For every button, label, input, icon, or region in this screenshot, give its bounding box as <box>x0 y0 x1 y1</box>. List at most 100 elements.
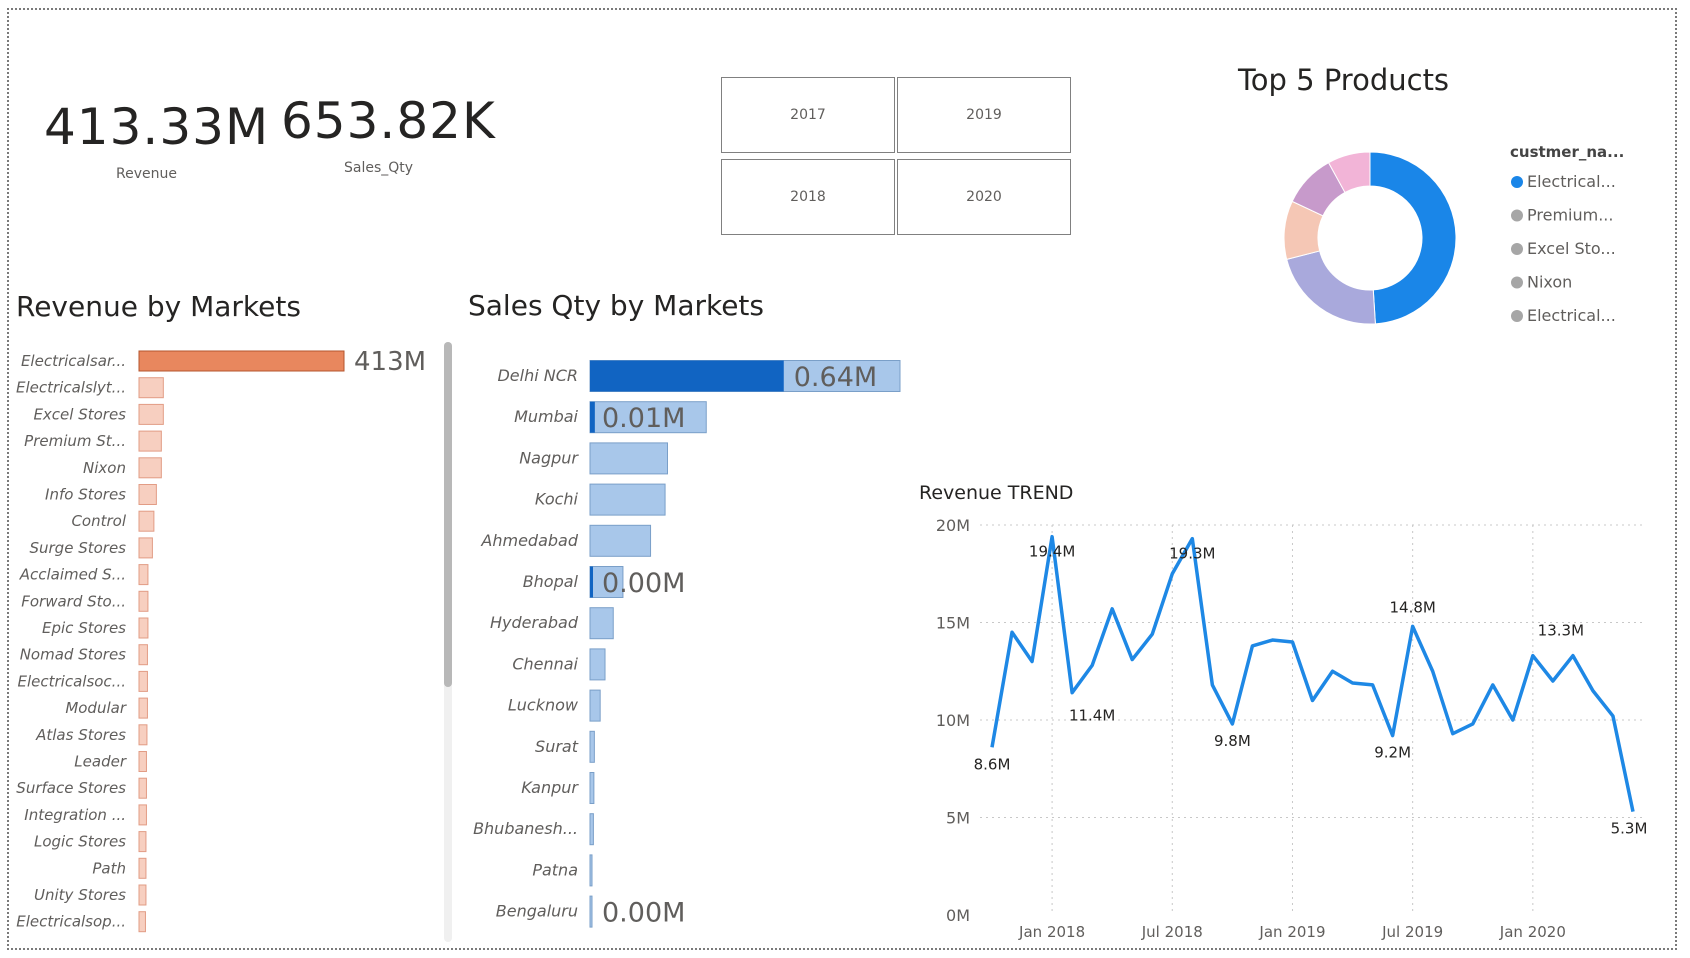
sales-market-label: Chennai <box>512 654 578 673</box>
revenue-bar <box>138 430 162 452</box>
revenue-market-label: Electricalsoc... <box>18 672 127 690</box>
revenue-bar <box>138 644 148 666</box>
top-5-products-title: Top 5 Products <box>1238 63 1450 97</box>
sales-market-label: Ahmedabad <box>480 531 578 550</box>
revenue-bar <box>138 350 345 372</box>
sales-data-label: 0.01M <box>602 403 685 434</box>
year-slicer-option[interactable]: 2018 <box>721 159 895 235</box>
legend-marker <box>1511 209 1523 222</box>
y-tick-label: 5M <box>946 809 970 828</box>
legend-marker <box>1511 276 1523 289</box>
revenue-by-markets-chart: Electricalsar... Electricalslyt... Excel S… <box>16 347 426 933</box>
revenue-bar <box>138 777 147 799</box>
revenue-data-label: 413M <box>354 347 426 377</box>
trend-point-label: 19.3M <box>1169 545 1215 563</box>
sales-market-label: Nagpur <box>519 448 579 467</box>
revenue-bar <box>138 537 153 559</box>
trend-point-label: 14.8M <box>1389 598 1435 616</box>
sales-bar-highlight <box>590 360 784 392</box>
revenue-bar <box>138 911 146 933</box>
sales-market-label: Delhi NCR <box>497 366 578 385</box>
revenue-bar <box>138 377 164 399</box>
revenue-market-label: Surge Stores <box>29 539 126 557</box>
revenue-bar <box>138 724 148 746</box>
sales-bar <box>589 772 595 804</box>
y-tick-label: 0M <box>946 906 970 925</box>
revenue-bar <box>138 564 149 586</box>
x-tick-label: Jan 2020 <box>1499 923 1566 941</box>
donut-legend-label: Electrical... <box>1527 306 1616 325</box>
trend-point-label: 9.8M <box>1214 732 1251 750</box>
revenue-market-label: Integration ... <box>24 806 126 824</box>
sales-data-label: 0.64M <box>794 362 877 393</box>
top-5-products-donut-chart: custmer_na... Electrical... Premium... Exce… <box>1283 145 1624 325</box>
revenue-market-label: Acclaimed S... <box>19 566 126 584</box>
revenue-market-label: Control <box>71 512 126 530</box>
revenue-trend-title: Revenue TREND <box>919 482 1074 504</box>
donut-slice <box>1286 250 1376 325</box>
sales-bar <box>589 813 594 846</box>
revenue-bar <box>138 831 147 853</box>
sales-bar <box>589 442 668 475</box>
revenue-bar <box>138 403 164 425</box>
revenue-bar <box>138 617 149 639</box>
sales-bar <box>589 730 595 763</box>
revenue-bar <box>138 457 162 479</box>
revenue-bar <box>138 510 155 532</box>
sales-bar-highlight <box>590 401 595 433</box>
legend-marker <box>1511 310 1523 322</box>
revenue-market-label: Logic Stores <box>34 833 126 851</box>
revenue-market-label: Epic Stores <box>42 619 126 637</box>
trend-point-label: 13.3M <box>1538 622 1584 640</box>
revenue-chart-scrollbar-thumb[interactable] <box>444 342 452 687</box>
revenue-bar <box>138 751 147 772</box>
revenue-market-label: Path <box>92 859 126 877</box>
revenue-market-label: Info Stores <box>45 486 126 504</box>
x-tick-label: Jan 2019 <box>1258 923 1325 941</box>
sales-bar <box>589 854 593 887</box>
sales-bar <box>589 483 666 516</box>
year-slicer-option[interactable]: 2020 <box>897 159 1071 235</box>
revenue-market-label: Modular <box>65 699 127 717</box>
trend-point-label: 8.6M <box>974 755 1011 773</box>
sales-bar <box>589 895 593 928</box>
y-tick-label: 20M <box>936 516 970 535</box>
sales-bar-highlight <box>590 566 593 598</box>
donut-legend-label: Electrical... <box>1527 172 1616 191</box>
sales-market-label: Bhopal <box>523 572 579 591</box>
donut-legend-label: Excel Sto... <box>1527 239 1616 258</box>
sales-market-label: Mumbai <box>514 407 578 426</box>
trend-point-label: 9.2M <box>1374 744 1411 762</box>
legend-marker <box>1511 176 1523 188</box>
revenue-market-label: Forward Sto... <box>21 592 126 610</box>
sales-qty-by-markets-chart: Delhi NCR 0.64M Mumbai 0.01M Nagpur Kochi Ahme… <box>473 360 901 929</box>
sales-market-label: Kochi <box>535 490 579 509</box>
revenue-market-label: Atlas Stores <box>35 726 126 744</box>
revenue-bar <box>138 484 157 505</box>
revenue-by-markets-title: Revenue by Markets <box>16 290 301 323</box>
revenue-market-label: Electricalslyt... <box>16 379 126 397</box>
year-slicer-option[interactable]: 2017 <box>721 77 895 153</box>
revenue-kpi-label: Revenue <box>116 166 177 182</box>
x-tick-label: Jan 2018 <box>1018 923 1085 941</box>
sales-market-label: Kanpur <box>521 778 579 797</box>
legend-marker <box>1511 243 1523 255</box>
revenue-market-label: Nixon <box>83 459 126 477</box>
revenue-market-label: Electricalsop... <box>16 913 126 931</box>
revenue-bar <box>138 884 147 906</box>
trend-point-label: 19.4M <box>1029 543 1075 561</box>
sales-market-label: Lucknow <box>508 696 579 715</box>
x-tick-label: Jul 2018 <box>1141 923 1203 941</box>
sales-bar <box>589 607 614 640</box>
revenue-market-label: Premium St... <box>24 432 126 450</box>
revenue-bar <box>138 697 148 719</box>
sales-market-label: Patna <box>532 860 578 879</box>
sales-data-label: 0.00M <box>602 568 685 599</box>
sales-data-label: 0.00M <box>602 898 685 929</box>
revenue-market-label: Unity Stores <box>34 886 126 904</box>
sales-qty-kpi-value: 653.82K <box>281 92 496 150</box>
revenue-trend-line-chart: 0M 5M 10M 15M 20M Jan 2018 Jul 2018 Jan 2019 Jul… <box>936 516 1648 941</box>
sales-bar <box>589 648 606 681</box>
sales-market-label: Surat <box>535 737 579 756</box>
year-slicer-option[interactable]: 2019 <box>897 77 1071 153</box>
